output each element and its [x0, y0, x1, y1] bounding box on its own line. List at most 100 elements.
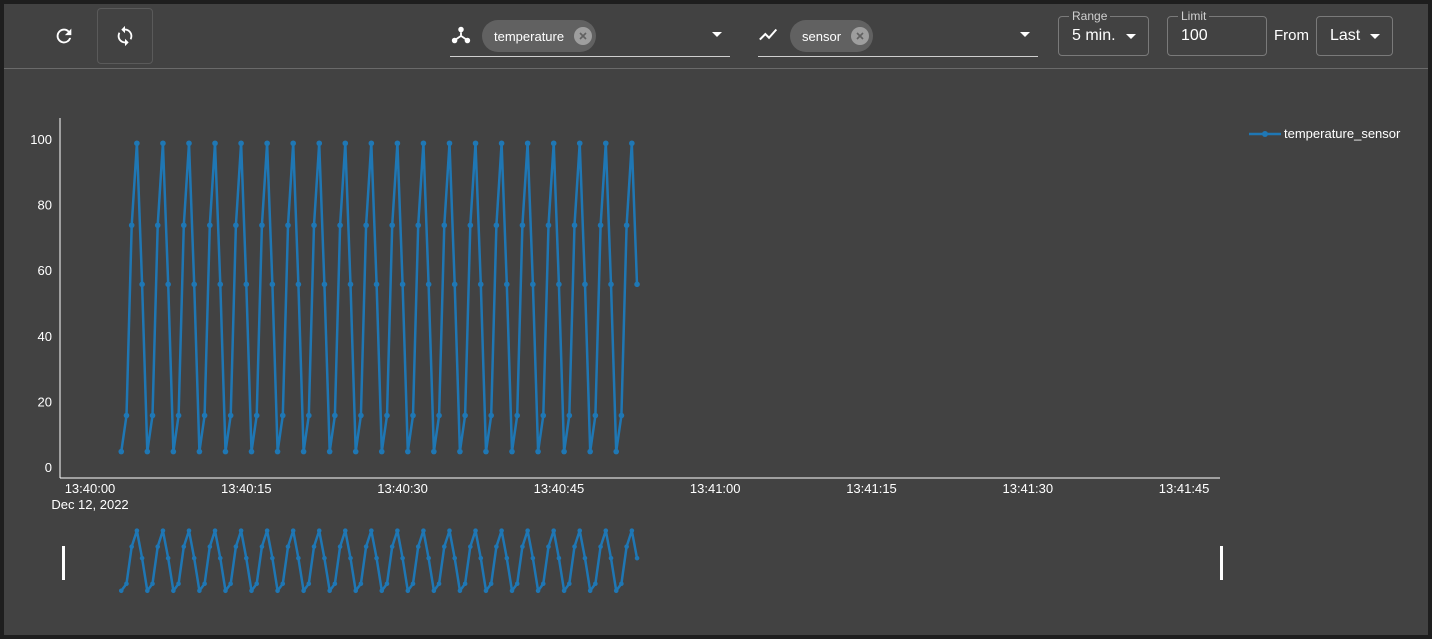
data-point	[201, 412, 208, 419]
navigator-point	[358, 581, 364, 587]
navigator-point	[400, 555, 405, 561]
data-point	[405, 448, 411, 455]
navigator-point	[337, 544, 343, 549]
navigator-point	[441, 544, 447, 549]
x-date-label: Dec 12, 2022	[51, 497, 128, 512]
navigator-point	[546, 544, 551, 549]
data-point	[451, 281, 458, 288]
data-point	[576, 140, 583, 147]
navigator-point	[311, 544, 317, 549]
data-point	[144, 448, 151, 455]
navigator-point	[410, 581, 416, 587]
data-point	[248, 448, 255, 455]
data-point	[540, 412, 547, 419]
navigator-point	[483, 588, 489, 594]
navigator-point	[223, 588, 228, 594]
data-point	[332, 412, 338, 419]
navigator-point	[494, 544, 499, 549]
data-point	[191, 281, 197, 288]
data-point	[311, 222, 317, 229]
navigator-point	[228, 581, 233, 587]
navigator-point	[520, 544, 525, 549]
navigator-point	[301, 588, 306, 594]
navigator-point	[296, 555, 301, 561]
data-point	[295, 281, 302, 288]
x-tick-label: 13:41:45	[1159, 481, 1210, 496]
navigator-point	[374, 555, 379, 561]
y-tick-label: 80	[38, 198, 52, 213]
data-point	[316, 140, 323, 147]
line-chart[interactable]: 0 20 40 60 80 100 13:40:00 13:40:15 13:40:30 13:4…	[4, 4, 1428, 635]
legend-swatch	[1249, 130, 1281, 137]
data-point	[530, 281, 536, 288]
navigator-point	[509, 588, 515, 594]
navigator-point	[462, 581, 468, 587]
data-point	[170, 448, 177, 455]
navigator-point	[197, 588, 202, 594]
data-point	[634, 281, 640, 288]
navigator-point	[525, 528, 530, 533]
data-point	[274, 448, 281, 455]
app-window: temperature sensor Range 5 min. Limit 10…	[4, 4, 1428, 635]
data-point	[472, 140, 479, 147]
navigator-point	[363, 544, 369, 549]
navigator-series-line	[120, 529, 639, 593]
navigator-point	[145, 588, 150, 594]
navigator-point	[306, 581, 312, 587]
navigator-point	[504, 555, 510, 561]
y-tick-label: 0	[45, 460, 52, 475]
data-point	[623, 222, 630, 229]
data-point	[128, 222, 135, 229]
range-navigator[interactable]	[62, 528, 1223, 594]
navigator-point	[603, 528, 609, 533]
navigator-point	[348, 555, 353, 561]
data-point	[514, 412, 521, 419]
navigator-point	[244, 555, 249, 561]
navigator-point	[530, 555, 536, 561]
navigator-point	[233, 544, 239, 549]
navigator-point	[217, 555, 223, 561]
data-point	[347, 281, 354, 288]
data-point	[321, 281, 328, 288]
data-point	[524, 140, 531, 147]
navigator-point	[436, 581, 442, 587]
navigator-left-handle[interactable]	[62, 546, 65, 580]
x-tick-label: 13:40:45	[534, 481, 585, 496]
navigator-point	[567, 581, 572, 587]
navigator-point	[171, 588, 176, 594]
navigator-point	[342, 528, 348, 533]
data-point	[550, 140, 557, 147]
data-point	[243, 281, 250, 288]
navigator-point	[379, 588, 385, 594]
data-point	[186, 140, 192, 147]
data-point	[378, 448, 385, 455]
data-point	[602, 140, 609, 147]
navigator-point	[186, 528, 192, 533]
navigator-point	[384, 581, 390, 587]
navigator-point	[431, 588, 437, 594]
navigator-point	[238, 528, 244, 533]
navigator-point	[165, 555, 171, 561]
navigator-point	[468, 544, 473, 549]
data-point	[358, 412, 364, 419]
data-point	[441, 222, 448, 229]
data-point	[233, 222, 239, 229]
navigator-point	[572, 544, 577, 549]
x-tick-label: 13:40:00	[65, 481, 116, 496]
navigator-right-handle[interactable]	[1220, 546, 1223, 580]
data-point	[259, 222, 265, 229]
navigator-point	[624, 544, 629, 549]
chart-legend[interactable]: temperature_sensor	[1249, 126, 1400, 141]
navigator-point	[619, 581, 624, 587]
x-tick-label: 13:40:15	[221, 481, 272, 496]
navigator-point	[499, 528, 504, 533]
x-tick-label: 13:41:30	[1002, 481, 1053, 496]
data-point	[154, 222, 161, 229]
data-point	[493, 222, 500, 229]
data-point	[415, 222, 422, 229]
data-point	[180, 222, 187, 229]
data-point	[384, 412, 390, 419]
navigator-point	[535, 588, 541, 594]
data-point	[342, 140, 349, 147]
x-tick-label: 13:41:00	[690, 481, 741, 496]
